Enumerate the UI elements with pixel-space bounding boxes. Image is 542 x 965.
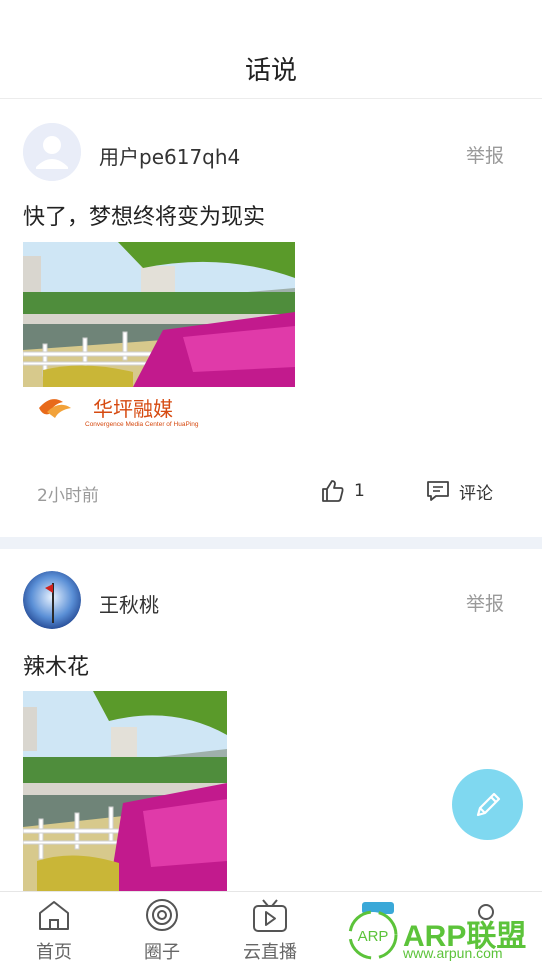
tab-label: 首页 [36, 942, 72, 963]
tab-circle[interactable]: 圈子 [108, 892, 216, 965]
like-button[interactable]: 1 [320, 478, 365, 504]
post-card[interactable]: 用户pe617qh4 举报 快了，梦想终将变为现实 华坪融媒 Convergen… [0, 99, 542, 537]
post-text: 快了，梦想终将变为现实 [23, 205, 266, 230]
comment-button[interactable]: 评论 [425, 478, 493, 504]
username[interactable]: 用户pe617qh4 [99, 141, 240, 170]
watermark: ARP ARP联盟 www.arpun.com [345, 905, 540, 963]
svg-text:ARP: ARP [358, 928, 389, 945]
watermark-url: www.arpun.com [403, 945, 503, 961]
watermark-badge-icon: ARP [348, 910, 398, 960]
post-card[interactable]: 王秋桃 举报 辣木花 [0, 549, 542, 891]
comment-label: 评论 [459, 483, 493, 504]
post-image[interactable]: 华坪融媒 Convergence Media Center of HuaPing [23, 242, 295, 430]
top-bar: 话说 [0, 0, 542, 99]
landscape-photo [23, 691, 227, 891]
tab-label: 圈子 [144, 942, 180, 963]
tv-play-icon [253, 899, 287, 932]
post-text: 辣木花 [23, 655, 90, 680]
post-image[interactable] [23, 691, 227, 891]
landscape-photo: 华坪融媒 Convergence Media Center of HuaPing [23, 242, 295, 430]
flag-avatar-photo [23, 571, 81, 629]
avatar[interactable] [23, 123, 81, 181]
comment-icon [427, 481, 449, 501]
tab-live[interactable]: 云直播 [216, 892, 324, 965]
username[interactable]: 王秋桃 [99, 589, 159, 618]
report-button[interactable]: 举报 [466, 589, 504, 616]
thumbs-up-icon [322, 480, 344, 502]
avatar[interactable] [23, 571, 81, 629]
report-button[interactable]: 举报 [466, 141, 504, 168]
default-avatar-icon [23, 123, 81, 181]
image-logo-subtitle: Convergence Media Center of HuaPing [85, 421, 199, 428]
circle-icon [146, 899, 178, 931]
section-divider [0, 537, 542, 549]
tab-home[interactable]: 首页 [0, 892, 108, 965]
page-title: 话说 [244, 56, 297, 86]
image-logo-text: 华坪融媒 [93, 397, 173, 421]
post-time: 2小时前 [37, 486, 99, 506]
compose-button[interactable] [452, 769, 523, 840]
tab-label: 云直播 [243, 942, 297, 963]
pencil-icon [476, 792, 500, 816]
like-count: 1 [354, 481, 365, 501]
home-icon [39, 901, 69, 930]
